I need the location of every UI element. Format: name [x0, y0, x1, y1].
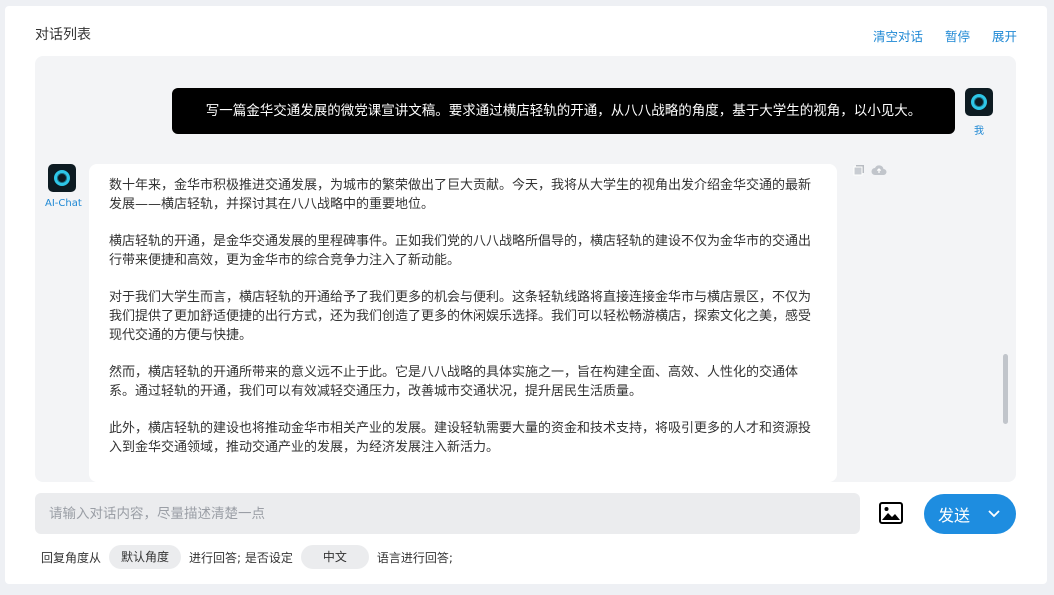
expand-button[interactable]: 展开	[992, 26, 1017, 45]
ai-name: AI-Chat	[45, 198, 82, 209]
message-list[interactable]: 写一篇金华交通发展的微党课宣讲文稿。要求通过横店轻轨的开通，从八八战略的角度，基…	[35, 56, 1016, 482]
message-tools	[853, 164, 887, 179]
language-select[interactable]: 中文	[300, 545, 369, 569]
ai-avatar-icon	[48, 164, 76, 192]
reply-angle-prefix: 回复角度从	[41, 550, 102, 565]
scrollbar-thumb[interactable]	[1003, 354, 1008, 424]
user-name: 我	[974, 126, 984, 137]
reply-settings-middle: 进行回答; 是否设定	[189, 550, 293, 565]
chat-panel: 对话列表 清空对话 暂停 展开 写一篇金华交通发展的微党课宣讲文稿。要求通过横店…	[5, 6, 1047, 584]
image-icon[interactable]	[879, 502, 903, 524]
chevron-down-icon[interactable]	[988, 507, 1000, 521]
message-input[interactable]	[35, 493, 860, 534]
ai-paragraph: 对于我们大学生而言，横店轻轨的开通给予了我们更多的机会与便利。这条轻轨线路将直接…	[109, 290, 812, 343]
page-title: 对话列表	[35, 27, 91, 43]
copy-icon[interactable]	[853, 164, 865, 179]
cloud-icon[interactable]	[871, 164, 887, 179]
ai-paragraph: 数十年来，金华市积极推进交通发展，为城市的繁荣做出了巨大贡献。今天，我将从大学生…	[109, 178, 812, 212]
send-button-label: 发送	[938, 506, 971, 525]
pause-button[interactable]: 暂停	[945, 26, 970, 45]
reply-settings: 回复角度从 默认角度 进行回答; 是否设定 中文 语言进行回答;	[41, 545, 453, 569]
reply-language-suffix: 语言进行回答;	[376, 550, 453, 565]
ai-paragraph: 横店轻轨的开通，是金华交通发展的里程碑事件。正如我们党的八八战略所倡导的，横店轻…	[109, 234, 812, 268]
ai-paragraph: 此外，横店轻轨的建设也将推动金华市相关产业的发展。建设轻轨需要大量的资金和技术支…	[109, 421, 812, 455]
header-actions: 清空对话 暂停 展开	[873, 26, 1017, 45]
user-message: 写一篇金华交通发展的微党课宣讲文稿。要求通过横店轻轨的开通，从八八战略的角度，基…	[172, 88, 955, 134]
clear-chat-button[interactable]: 清空对话	[873, 26, 923, 45]
ai-message: 数十年来，金华市积极推进交通发展，为城市的繁荣做出了巨大贡献。今天，我将从大学生…	[89, 164, 837, 482]
ai-paragraph: 然而，横店轻轨的开通所带来的意义远不止于此。它是八八战略的具体实施之一，旨在构建…	[109, 365, 799, 399]
send-button[interactable]: 发送	[924, 494, 1016, 534]
user-avatar-icon	[965, 88, 993, 116]
reply-angle-select[interactable]: 默认角度	[109, 545, 182, 569]
